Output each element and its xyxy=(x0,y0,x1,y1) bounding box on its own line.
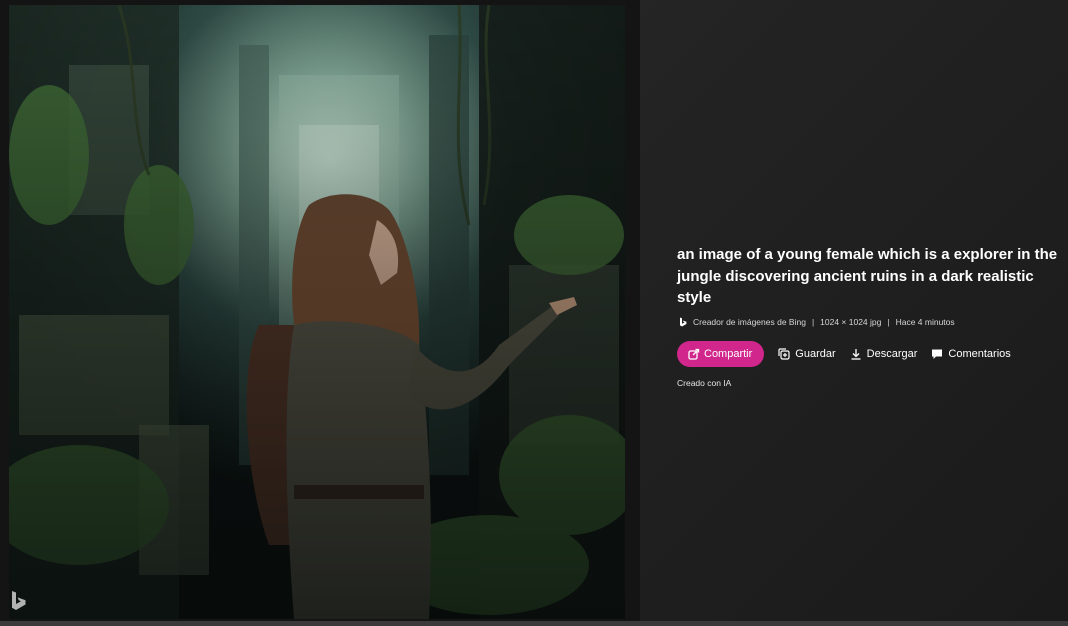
bing-logo-icon xyxy=(678,317,688,327)
collection-add-icon xyxy=(778,348,790,360)
meta-separator: | xyxy=(887,317,890,327)
bottom-edge xyxy=(0,621,1068,626)
download-icon xyxy=(850,348,862,360)
save-label: Guardar xyxy=(795,348,836,360)
image-panel xyxy=(0,0,640,626)
jungle-explorer-illustration xyxy=(9,5,625,619)
meta-separator: | xyxy=(811,317,815,327)
comments-label: Comentarios xyxy=(948,348,1011,360)
action-bar: Compartir Guardar Descargar Comentarios xyxy=(677,341,1011,367)
download-button[interactable]: Descargar xyxy=(850,348,918,360)
comments-button[interactable]: Comentarios xyxy=(931,348,1011,360)
details-panel: an image of a young female which is a ex… xyxy=(640,0,1068,626)
created-time: Hace 4 minutos xyxy=(895,317,955,327)
image-dimensions: 1024 × 1024 jpg xyxy=(820,317,882,327)
image-detail-viewer: an image of a young female which is a ex… xyxy=(0,0,1068,626)
share-button[interactable]: Compartir xyxy=(677,341,765,367)
share-icon xyxy=(688,348,700,360)
image-meta: Creador de imágenes de Bing | 1024 × 102… xyxy=(678,317,955,327)
download-label: Descargar xyxy=(866,348,918,360)
generated-image[interactable] xyxy=(9,5,625,619)
image-prompt-title: an image of a young female which is a ex… xyxy=(677,246,1058,306)
comment-icon xyxy=(931,348,943,360)
ai-created-note: Creado con IA xyxy=(677,378,732,388)
source-label: Creador de imágenes de Bing xyxy=(693,317,806,327)
share-label: Compartir xyxy=(704,348,753,360)
save-button[interactable]: Guardar xyxy=(778,348,836,360)
bing-logo-icon xyxy=(8,588,32,612)
